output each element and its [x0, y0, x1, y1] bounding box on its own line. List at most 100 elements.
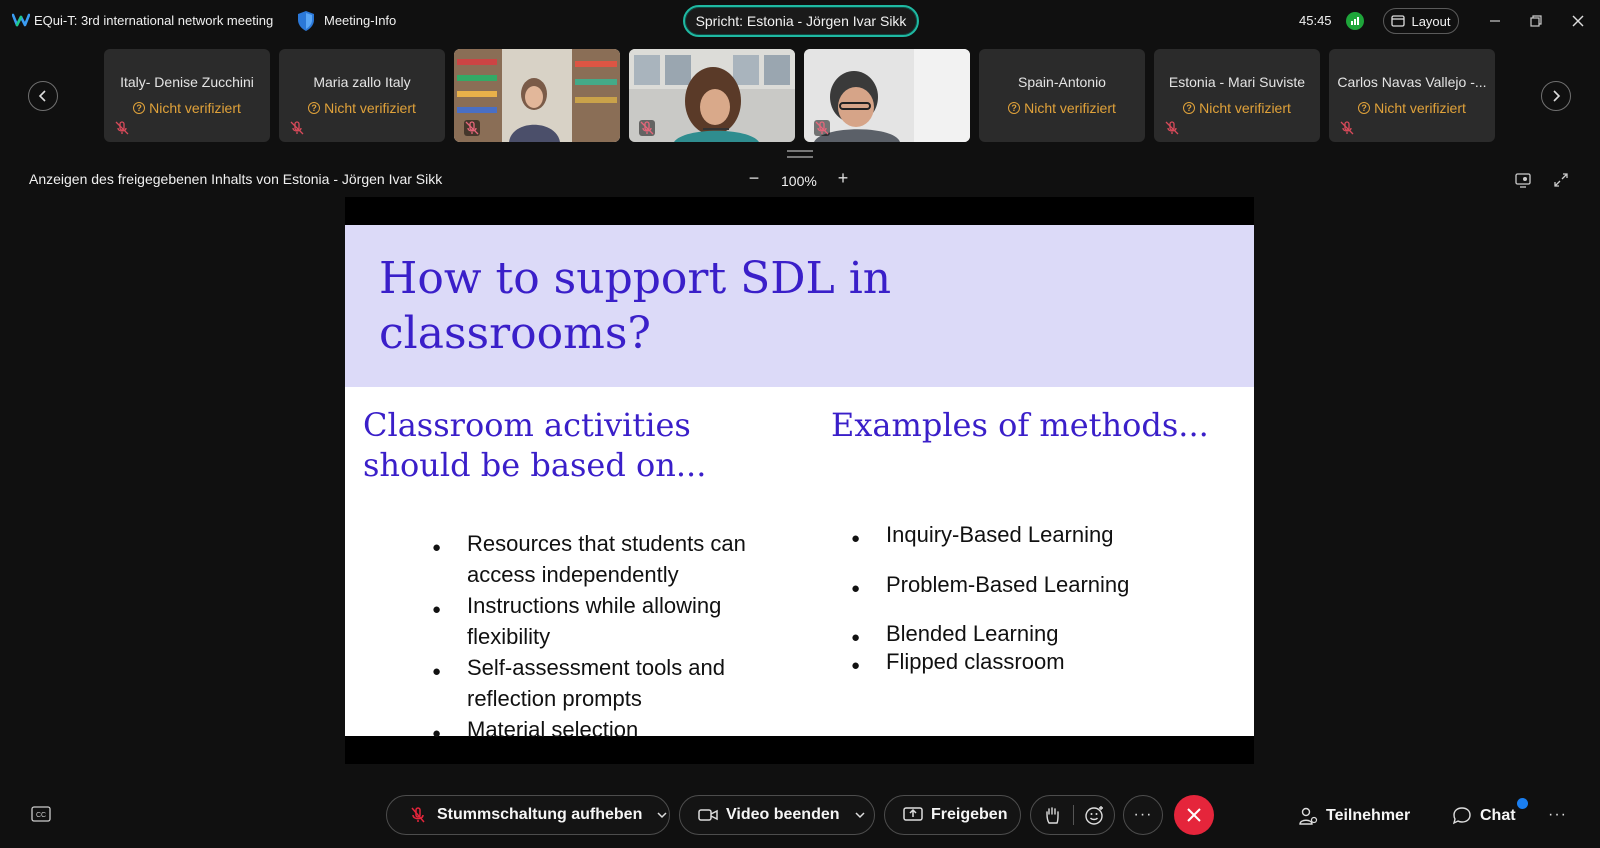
stop-video-label: Video beenden: [726, 806, 840, 823]
participant-video-tile[interactable]: [804, 49, 970, 142]
more-options-button[interactable]: ···: [1123, 795, 1163, 835]
participant-video-tile[interactable]: [629, 49, 795, 142]
stop-video-button[interactable]: Video beenden: [679, 795, 875, 835]
chat-button[interactable]: Chat: [1452, 806, 1516, 826]
fullscreen-icon[interactable]: [1552, 171, 1570, 189]
bullet-item: Flipped classroom: [851, 647, 1226, 681]
muted-mic-icon: [411, 807, 425, 823]
participant-tile[interactable]: Maria zallo Italy ? Nicht verifiziert: [279, 49, 445, 142]
meeting-title: EQui-T: 3rd international network meetin…: [34, 13, 274, 28]
zoom-level[interactable]: 100%: [781, 173, 817, 189]
muted-mic-icon: [464, 120, 480, 136]
strip-next-button[interactable]: [1541, 81, 1571, 111]
restore-icon: [1530, 15, 1542, 27]
pop-out-share-icon[interactable]: [1514, 171, 1532, 189]
overflow-menu-button[interactable]: ···: [1548, 806, 1567, 824]
verification-status: ? Nicht verifiziert: [1154, 100, 1320, 116]
participant-name: Maria zallo Italy: [313, 74, 411, 90]
participant-video-tile[interactable]: [454, 49, 620, 142]
chevron-right-icon: [1553, 90, 1561, 102]
participant-tile[interactable]: Spain-Antonio ? Nicht verifiziert: [979, 49, 1145, 142]
chat-notification-badge: [1517, 798, 1528, 809]
right-bullet-list: Inquiry-Based Learning Problem-Based Lea…: [851, 520, 1226, 681]
muted-mic-icon: [1340, 121, 1354, 135]
chevron-down-icon[interactable]: [656, 811, 668, 819]
strip-previous-button[interactable]: [28, 81, 58, 111]
chevron-down-icon[interactable]: [854, 811, 866, 819]
restore-button[interactable]: [1523, 8, 1549, 34]
share-screen-icon: [903, 807, 923, 821]
participants-icon: [1299, 807, 1318, 825]
leave-meeting-button[interactable]: [1174, 795, 1214, 835]
shield-icon[interactable]: [296, 10, 316, 32]
zoom-out-button[interactable]: −: [745, 169, 763, 188]
minimize-button[interactable]: [1482, 8, 1508, 34]
participants-button[interactable]: Teilnehmer: [1298, 806, 1410, 826]
muted-mic-icon: [814, 120, 830, 136]
reaction-emoji-icon[interactable]: [1084, 804, 1106, 826]
participant-name: Estonia - Mari Suviste: [1168, 74, 1306, 90]
muted-mic-icon: [1165, 121, 1179, 135]
verification-status-label: Nicht verifiziert: [1024, 100, 1116, 116]
chat-label: Chat: [1480, 807, 1516, 824]
question-icon: ?: [1358, 102, 1371, 114]
participant-name: Italy- Denise Zucchini: [120, 74, 254, 90]
left-bullet-list: Resources that students can access indep…: [432, 528, 787, 749]
muted-mic-icon: [639, 120, 655, 136]
raise-hand-icon[interactable]: [1043, 805, 1063, 825]
left-column-heading-line: Classroom activities: [363, 406, 691, 444]
bullet-item: Inquiry-Based Learning: [851, 520, 1226, 554]
shared-screen[interactable]: How to support SDL in classrooms? Classr…: [345, 197, 1254, 764]
strip-resize-handle[interactable]: [787, 150, 813, 158]
verification-status: ? Nicht verifiziert: [1329, 100, 1495, 116]
top-bar: EQui-T: 3rd international network meetin…: [0, 0, 1600, 42]
participant-tile[interactable]: Estonia - Mari Suviste ? Nicht verifizier…: [1154, 49, 1320, 142]
participant-name: Spain-Antonio: [1018, 74, 1106, 90]
network-signal-icon[interactable]: [1346, 12, 1364, 30]
question-icon: ?: [133, 102, 146, 114]
verification-status: ? Nicht verifiziert: [104, 100, 270, 116]
shared-content-label: Anzeigen des freigegebenen Inhalts von E…: [29, 171, 443, 187]
chevron-left-icon: [38, 90, 46, 102]
left-column-heading-line: should be based on...: [363, 446, 707, 484]
svg-text:CC: CC: [36, 812, 46, 819]
bullet-item: Material selection: [432, 714, 787, 749]
verification-status: ? Nicht verifiziert: [979, 100, 1145, 116]
close-window-button[interactable]: [1565, 8, 1591, 34]
zoom-in-button[interactable]: +: [834, 169, 852, 188]
more-options-icon: ···: [1133, 806, 1153, 823]
slide-title-line: How to support SDL in: [379, 253, 892, 304]
question-icon: ?: [1183, 102, 1196, 114]
muted-mic-icon: [290, 121, 304, 135]
verification-status-label: Nicht verifiziert: [324, 100, 416, 116]
layout-icon: [1391, 15, 1406, 27]
slide-title-line: classrooms?: [379, 308, 652, 359]
closed-captions-icon[interactable]: CC: [31, 806, 51, 822]
meeting-info-link[interactable]: Meeting-Info: [324, 13, 396, 28]
verification-status-label: Nicht verifiziert: [1374, 100, 1466, 116]
participant-tile[interactable]: Italy- Denise Zucchini ? Nicht verifizier…: [104, 49, 270, 142]
question-icon: ?: [1008, 102, 1021, 114]
participant-name: Carlos Navas Vallejo -...: [1337, 74, 1487, 90]
unmute-button[interactable]: Stummschaltung aufheben: [386, 795, 670, 835]
participant-tile[interactable]: Carlos Navas Vallejo -... ? Nicht verifiz…: [1329, 49, 1495, 142]
close-icon: [1572, 15, 1584, 27]
presentation-slide: How to support SDL in classrooms? Classr…: [345, 225, 1254, 749]
bullet-item: Instructions while allowing flexibility: [432, 590, 787, 652]
muted-mic-icon: [115, 121, 129, 135]
question-icon: ?: [308, 102, 321, 114]
share-button[interactable]: Freigeben: [884, 795, 1021, 835]
slide-title: How to support SDL in classrooms?: [379, 251, 979, 361]
active-speaker-label: Spricht: Estonia - Jörgen Ivar Sikk: [695, 13, 907, 29]
layout-button[interactable]: Layout: [1383, 8, 1459, 34]
bullet-item: Resources that students can access indep…: [432, 528, 787, 590]
left-column-heading: Classroom activities should be based on.…: [363, 405, 706, 485]
video-camera-icon: [698, 809, 718, 821]
right-column-heading: Examples of methods...: [831, 406, 1209, 444]
slide-header-band: How to support SDL in classrooms?: [345, 225, 1254, 387]
active-speaker-indicator: Spricht: Estonia - Jörgen Ivar Sikk: [683, 5, 919, 37]
close-icon: [1187, 808, 1201, 822]
chat-bubble-icon: [1452, 807, 1471, 825]
share-label: Freigeben: [931, 806, 1008, 823]
bullet-item: Blended Learning: [851, 619, 1226, 653]
